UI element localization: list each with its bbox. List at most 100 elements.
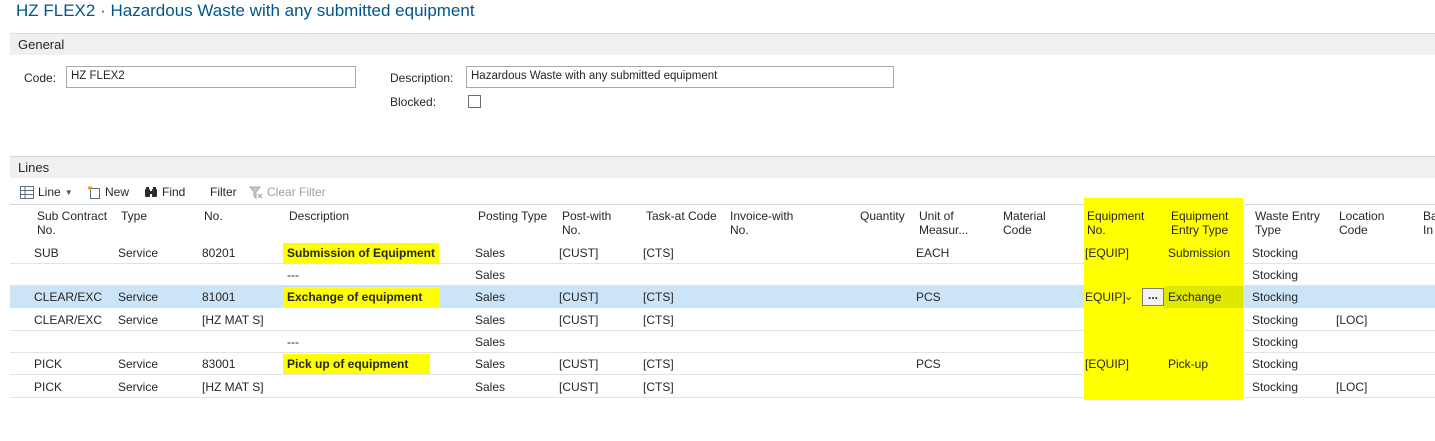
description-label: Description: — [390, 71, 454, 85]
cell-task-at-code[interactable]: [CTS] — [643, 357, 674, 371]
general-section-header[interactable]: General — [10, 33, 1435, 55]
cell-posting-type[interactable]: Sales — [475, 290, 505, 304]
cell-waste-entry-type[interactable]: Stocking — [1252, 290, 1298, 304]
cell-no[interactable]: 80201 — [202, 246, 235, 260]
cell-posting-type[interactable]: Sales — [475, 268, 505, 282]
cell-waste-entry-type[interactable]: Stocking — [1252, 357, 1298, 371]
page-title: HZ FLEX2 · Hazardous Waste with any subm… — [16, 1, 475, 20]
cell-description[interactable]: --- — [287, 268, 299, 282]
cell-sub-contract-no[interactable]: PICK — [34, 380, 62, 394]
cell-equipment-entry-type[interactable]: Exchange — [1168, 290, 1221, 304]
table-row[interactable]: --- Sales Stocking — [10, 331, 1435, 353]
col-header-task-at-code[interactable]: Task-at Code — [646, 209, 717, 223]
cell-type[interactable]: Service — [118, 246, 158, 260]
cell-sub-contract-no[interactable]: SUB — [34, 246, 59, 260]
table-row[interactable]: CLEAR/EXC Service 81001 Exchange of equipme… — [10, 286, 1435, 308]
col-header-no[interactable]: No. — [204, 209, 223, 223]
cell-posting-type[interactable]: Sales — [475, 246, 505, 260]
table-row[interactable]: PICK Service [HZ MAT S] Sales [CUST] [CTS] Sto… — [10, 376, 1435, 398]
cell-waste-entry-type[interactable]: Stocking — [1252, 335, 1298, 349]
col-header-cut-off[interactable]: Ba In — [1423, 209, 1435, 237]
grid-icon — [20, 185, 34, 199]
col-header-unit-of-measure[interactable]: Unit of Measur... — [919, 209, 979, 237]
cell-type[interactable]: Service — [118, 357, 158, 371]
filter-button[interactable]: Filter — [210, 185, 237, 199]
cell-posting-type[interactable]: Sales — [475, 313, 505, 327]
col-header-posting-type[interactable]: Posting Type — [478, 209, 547, 223]
code-field[interactable]: HZ FLEX2 — [66, 66, 356, 88]
cell-waste-entry-type[interactable]: Stocking — [1252, 313, 1298, 327]
cell-location-code[interactable]: [LOC] — [1336, 380, 1367, 394]
table-row[interactable]: SUB Service 80201 Submission of Equipment Sa… — [10, 242, 1435, 264]
cell-task-at-code[interactable]: [CTS] — [643, 246, 674, 260]
cell-sub-contract-no[interactable]: PICK — [34, 357, 62, 371]
cell-unit-of-measure[interactable]: PCS — [916, 357, 941, 371]
blocked-label: Blocked: — [390, 95, 437, 109]
cell-posting-type[interactable]: Sales — [475, 335, 505, 349]
cell-description[interactable]: Exchange of equipment — [287, 290, 422, 304]
cell-post-with-no[interactable]: [CUST] — [559, 313, 598, 327]
blocked-checkbox[interactable] — [468, 95, 481, 108]
cell-unit-of-measure[interactable]: PCS — [916, 290, 941, 304]
cell-waste-entry-type[interactable]: Stocking — [1252, 380, 1298, 394]
lines-section-header[interactable]: Lines — [10, 156, 1435, 178]
cell-no[interactable]: 81001 — [202, 290, 235, 304]
table-row[interactable]: --- Sales Stocking — [10, 264, 1435, 286]
cell-equipment-no[interactable]: [EQUIP] — [1085, 357, 1129, 371]
cell-equipment-no[interactable]: [EQUIP] — [1085, 246, 1129, 260]
cell-waste-entry-type[interactable]: Stocking — [1252, 246, 1298, 260]
cell-equipment-entry-type[interactable]: Pick-up — [1168, 357, 1208, 371]
description-field[interactable]: Hazardous Waste with any submitted equip… — [466, 66, 894, 88]
cell-sub-contract-no[interactable]: CLEAR/EXC — [34, 290, 102, 304]
clear-filter-label: Clear Filter — [267, 185, 326, 199]
cell-description[interactable]: Pick up of equipment — [287, 357, 408, 371]
find-label: Find — [162, 185, 186, 199]
cell-post-with-no[interactable]: [CUST] — [559, 380, 598, 394]
find-button[interactable]: Find — [144, 185, 185, 199]
cell-no[interactable]: [HZ MAT S] — [202, 313, 264, 327]
col-header-sub-contract-no[interactable]: Sub Contract No. — [37, 209, 117, 237]
col-header-equipment-no[interactable]: Equipment No. — [1087, 209, 1157, 237]
cell-type[interactable]: Service — [118, 290, 158, 304]
col-header-description[interactable]: Description — [289, 209, 349, 223]
table-row[interactable]: PICK Service 83001 Pick up of equipment Sale… — [10, 353, 1435, 375]
col-header-invoice-with-no[interactable]: Invoice-with No. — [730, 209, 810, 237]
col-header-waste-entry-type[interactable]: Waste Entry Type — [1255, 209, 1325, 237]
col-header-material-code[interactable]: Material Code — [1003, 209, 1063, 237]
cell-description[interactable]: Submission of Equipment — [287, 246, 435, 260]
cell-no[interactable]: [HZ MAT S] — [202, 380, 264, 394]
cell-unit-of-measure[interactable]: EACH — [916, 246, 949, 260]
cell-post-with-no[interactable]: [CUST] — [559, 246, 598, 260]
table-row[interactable]: CLEAR/EXC Service [HZ MAT S] Sales [CUST] [CT… — [10, 309, 1435, 331]
line-menu-button[interactable]: Line ▼ — [20, 185, 73, 199]
chevron-down-icon[interactable]: ⌄ — [1124, 290, 1133, 303]
cell-task-at-code[interactable]: [CTS] — [643, 313, 674, 327]
equipment-cell-highlight — [1084, 264, 1243, 286]
cell-type[interactable]: Service — [118, 313, 158, 327]
assist-edit-button[interactable]: ... — [1142, 288, 1164, 306]
cell-task-at-code[interactable]: [CTS] — [643, 290, 674, 304]
clear-filter-icon — [249, 186, 263, 199]
equipment-cell-highlight — [1084, 376, 1243, 398]
cell-task-at-code[interactable]: [CTS] — [643, 380, 674, 394]
cell-description[interactable]: --- — [287, 335, 299, 349]
cell-location-code[interactable]: [LOC] — [1336, 313, 1367, 327]
cell-sub-contract-no[interactable]: CLEAR/EXC — [34, 313, 102, 327]
cell-equipment-no[interactable]: EQUIP] — [1085, 290, 1126, 304]
cell-equipment-entry-type[interactable]: Submission — [1168, 246, 1230, 260]
cell-post-with-no[interactable]: [CUST] — [559, 290, 598, 304]
cell-posting-type[interactable]: Sales — [475, 357, 505, 371]
col-header-location-code[interactable]: Location Code — [1339, 209, 1399, 237]
cell-type[interactable]: Service — [118, 380, 158, 394]
cell-posting-type[interactable]: Sales — [475, 380, 505, 394]
col-header-type[interactable]: Type — [121, 209, 147, 223]
new-button[interactable]: New — [87, 185, 129, 199]
col-header-post-with-no[interactable]: Post-with No. — [562, 209, 632, 237]
col-header-equipment-entry-type[interactable]: Equipment Entry Type — [1171, 209, 1241, 237]
cell-post-with-no[interactable]: [CUST] — [559, 357, 598, 371]
col-header-quantity[interactable]: Quantity — [860, 209, 905, 223]
cell-no[interactable]: 83001 — [202, 357, 235, 371]
cell-waste-entry-type[interactable]: Stocking — [1252, 268, 1298, 282]
clear-filter-button[interactable]: Clear Filter — [249, 185, 326, 199]
code-label: Code: — [24, 71, 57, 85]
